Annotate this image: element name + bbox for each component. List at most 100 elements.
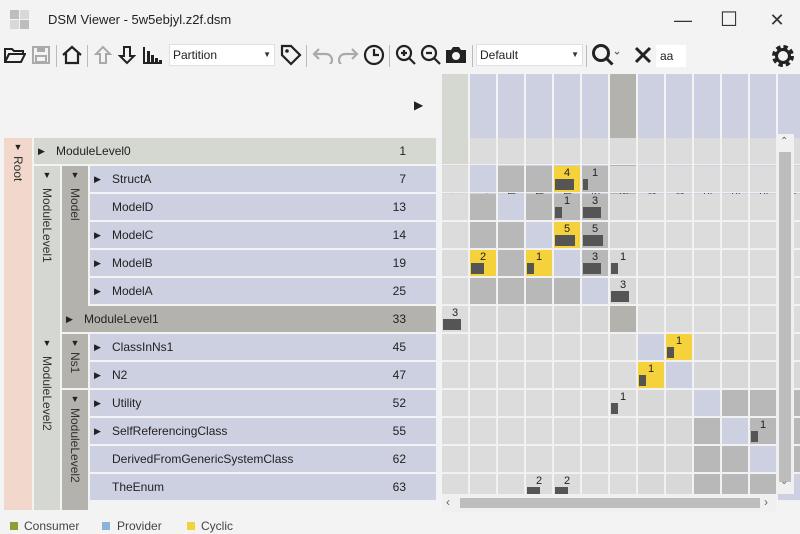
matrix-cell[interactable] [554, 278, 581, 305]
matrix-cell[interactable] [722, 418, 749, 445]
matrix-cell[interactable] [638, 390, 665, 417]
matrix-cell[interactable] [722, 362, 749, 389]
matrix-cell[interactable]: 2 [470, 250, 497, 277]
matrix-cell[interactable] [470, 278, 497, 305]
matrix-cell[interactable] [610, 446, 637, 473]
matrix-cell[interactable] [470, 418, 497, 445]
matrix-cell[interactable] [554, 390, 581, 417]
scroll-right-icon[interactable]: › [764, 495, 768, 509]
matrix-cell[interactable] [470, 390, 497, 417]
matrix-cell[interactable] [582, 306, 609, 333]
matrix-cell[interactable] [638, 306, 665, 333]
row-label[interactable]: DerivedFromGenericSystemClass 62 [90, 446, 436, 472]
matrix-cell[interactable] [526, 334, 553, 361]
matrix-cell[interactable] [750, 390, 777, 417]
expand-icon[interactable]: ▶ [94, 362, 101, 388]
open-folder-icon[interactable] [3, 43, 27, 67]
gear-icon[interactable] [769, 42, 797, 70]
matrix-cell[interactable] [722, 446, 749, 473]
matrix-cell[interactable] [694, 166, 721, 193]
matrix-cell[interactable] [666, 306, 693, 333]
matrix-cell[interactable] [694, 250, 721, 277]
expand-columns-icon[interactable]: ▶ [414, 98, 423, 112]
matrix-cell[interactable] [554, 446, 581, 473]
matrix-cell[interactable] [694, 418, 721, 445]
matrix-cell[interactable] [526, 194, 553, 221]
matrix-cell[interactable] [526, 390, 553, 417]
matrix-cell[interactable] [442, 250, 469, 277]
search-icon[interactable] [589, 43, 623, 67]
matrix-cell[interactable] [666, 250, 693, 277]
matrix-cell[interactable] [722, 306, 749, 333]
matrix-cell[interactable] [442, 278, 469, 305]
matrix-cell[interactable] [694, 194, 721, 221]
matrix-cell[interactable] [470, 194, 497, 221]
matrix-cell[interactable] [554, 250, 581, 277]
row-label[interactable]: ▶ ModelC 14 [90, 222, 436, 248]
matrix-cell[interactable] [694, 278, 721, 305]
scroll-down-icon[interactable]: ⌄ [780, 476, 788, 487]
matrix-cell[interactable] [610, 222, 637, 249]
matrix-cell[interactable] [722, 166, 749, 193]
redo-icon[interactable] [336, 43, 360, 67]
matrix-cell[interactable] [722, 222, 749, 249]
matrix-cell[interactable] [582, 390, 609, 417]
history-clock-icon[interactable] [362, 43, 386, 67]
expand-icon[interactable]: ▶ [94, 418, 101, 444]
matrix-cell[interactable] [610, 362, 637, 389]
matrix-cell[interactable] [498, 250, 525, 277]
horizontal-scrollbar[interactable]: ‹ › [442, 494, 776, 512]
matrix-cell[interactable]: 1 [610, 250, 637, 277]
matrix-cell[interactable]: 3 [582, 194, 609, 221]
close-button[interactable]: ✕ [762, 8, 792, 32]
matrix-cell[interactable] [526, 222, 553, 249]
matrix-cell[interactable]: 1 [610, 390, 637, 417]
matrix-cell[interactable] [470, 446, 497, 473]
matrix-cell[interactable] [582, 278, 609, 305]
search-input[interactable]: aa [656, 45, 686, 67]
matrix-cell[interactable] [554, 418, 581, 445]
matrix-cell[interactable] [750, 194, 777, 221]
vertical-scroll-thumb[interactable] [779, 152, 791, 482]
matrix-cell[interactable]: 1 [554, 194, 581, 221]
clear-search-icon[interactable] [631, 43, 655, 67]
matrix-cell[interactable] [526, 418, 553, 445]
matrix-cell[interactable]: 3 [582, 250, 609, 277]
matrix-cell[interactable] [582, 446, 609, 473]
row-label[interactable]: ▶ ClassInNs1 45 [90, 334, 436, 360]
scroll-left-icon[interactable]: ‹ [446, 495, 450, 509]
save-icon[interactable] [29, 43, 53, 67]
matrix-cell[interactable] [442, 390, 469, 417]
matrix-cell[interactable] [610, 138, 637, 165]
maximize-button[interactable]: ☐ [714, 8, 744, 32]
row-label[interactable]: TheEnum 63 [90, 474, 436, 500]
matrix-cell[interactable] [750, 166, 777, 193]
matrix-cell[interactable] [666, 138, 693, 165]
matrix-cell[interactable] [470, 306, 497, 333]
matrix-cell[interactable] [442, 222, 469, 249]
matrix-cell[interactable] [666, 166, 693, 193]
matrix-cell[interactable] [610, 194, 637, 221]
tree-ns1[interactable]: ▼ Ns1 [62, 334, 88, 388]
expand-icon[interactable]: ▶ [94, 166, 101, 192]
undo-icon[interactable] [311, 43, 335, 67]
matrix-cell[interactable] [722, 194, 749, 221]
matrix-cell[interactable] [554, 362, 581, 389]
matrix-cell[interactable] [638, 138, 665, 165]
matrix-cell[interactable] [526, 166, 553, 193]
matrix-cell[interactable] [526, 138, 553, 165]
matrix-cell[interactable]: 1 [526, 250, 553, 277]
matrix-cell[interactable] [582, 138, 609, 165]
matrix-cell[interactable] [498, 222, 525, 249]
matrix-cell[interactable] [526, 446, 553, 473]
default-select[interactable]: Default ▼ [476, 44, 583, 66]
matrix-cell[interactable]: 1 [582, 166, 609, 193]
partition-icon[interactable] [141, 43, 165, 67]
matrix-cell[interactable] [610, 166, 637, 193]
matrix-cell[interactable] [582, 334, 609, 361]
expand-icon[interactable]: ▶ [66, 306, 73, 332]
matrix-cell[interactable] [694, 446, 721, 473]
matrix-cell[interactable] [638, 222, 665, 249]
arrow-up-icon[interactable] [91, 43, 115, 67]
matrix-cell[interactable] [722, 138, 749, 165]
